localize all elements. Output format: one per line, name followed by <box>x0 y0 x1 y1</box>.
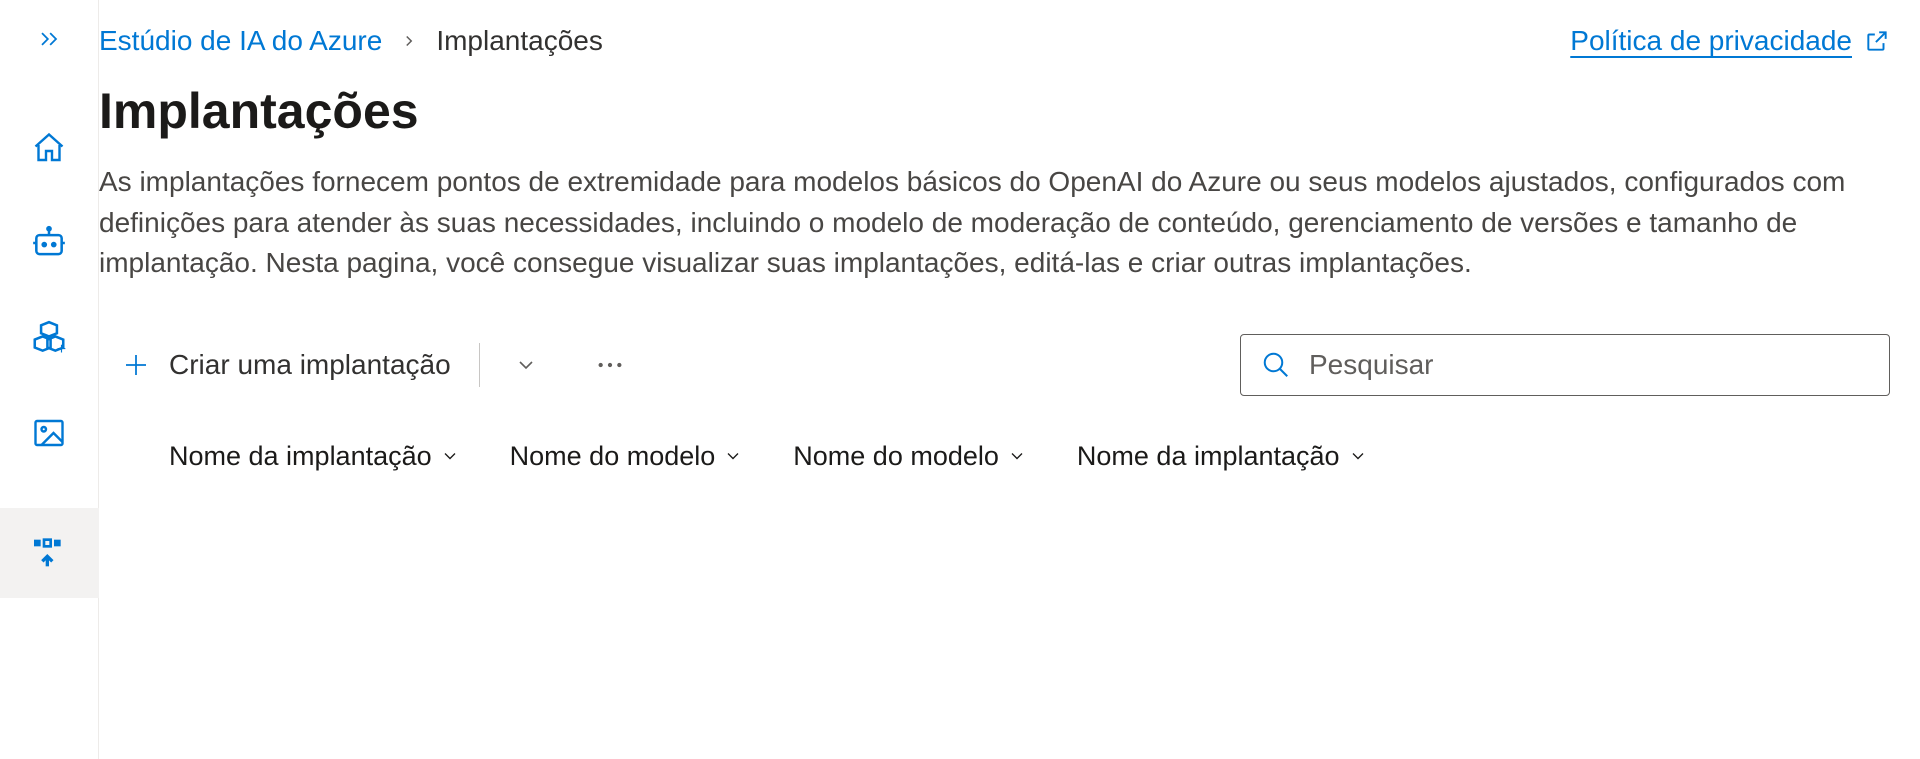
chevron-down-icon <box>723 446 743 466</box>
create-dropdown-button[interactable] <box>486 343 566 387</box>
chevron-down-icon <box>1348 446 1368 466</box>
more-horizontal-icon <box>594 349 626 381</box>
breadcrumb-current: Implantações <box>436 25 603 57</box>
column-header-model-name-1[interactable]: Nome do modelo <box>510 441 744 472</box>
breadcrumb-root-link[interactable]: Estúdio de IA do Azure <box>99 25 382 57</box>
page-description: As implantações fornecem pontos de extre… <box>99 162 1879 284</box>
chevron-down-icon <box>514 353 538 377</box>
column-header-model-name-2[interactable]: Nome do modelo <box>793 441 1027 472</box>
column-header-deployment-name[interactable]: Nome da implantação <box>169 441 460 472</box>
chevron-down-icon <box>440 446 460 466</box>
table-header-row: Nome da implantação Nome do modelo Nome … <box>99 441 1920 472</box>
more-actions-button[interactable] <box>566 339 654 391</box>
privacy-policy-label: Política de privacidade <box>1570 25 1852 57</box>
privacy-policy-link[interactable]: Política de privacidade <box>1570 25 1890 57</box>
image-icon[interactable] <box>29 413 69 453</box>
column-header-deployment-name-2[interactable]: Nome da implantação <box>1077 441 1368 472</box>
chevron-right-icon <box>400 32 418 50</box>
home-icon[interactable] <box>29 128 69 168</box>
toolbar-divider <box>479 343 480 387</box>
search-icon <box>1261 350 1291 380</box>
search-box[interactable] <box>1240 334 1890 396</box>
plus-icon <box>121 350 151 380</box>
toolbar: Criar uma implantação <box>99 334 1920 396</box>
external-link-icon <box>1864 28 1890 54</box>
page-title: Implantações <box>99 82 1920 140</box>
sidebar: + <box>0 0 99 759</box>
chevron-down-icon <box>1007 446 1027 466</box>
svg-text:+: + <box>57 341 66 357</box>
sidebar-expand-button[interactable] <box>35 25 63 53</box>
model-catalog-icon[interactable]: + <box>29 318 69 358</box>
deployments-icon[interactable] <box>0 508 99 598</box>
create-deployment-label: Criar uma implantação <box>169 349 451 381</box>
main-content: Estúdio de IA do Azure Implantações Polí… <box>99 0 1920 759</box>
search-input[interactable] <box>1309 349 1869 381</box>
create-deployment-button[interactable]: Criar uma implantação <box>99 339 473 391</box>
chat-bot-icon[interactable] <box>29 223 69 263</box>
breadcrumb: Estúdio de IA do Azure Implantações <box>99 25 603 57</box>
